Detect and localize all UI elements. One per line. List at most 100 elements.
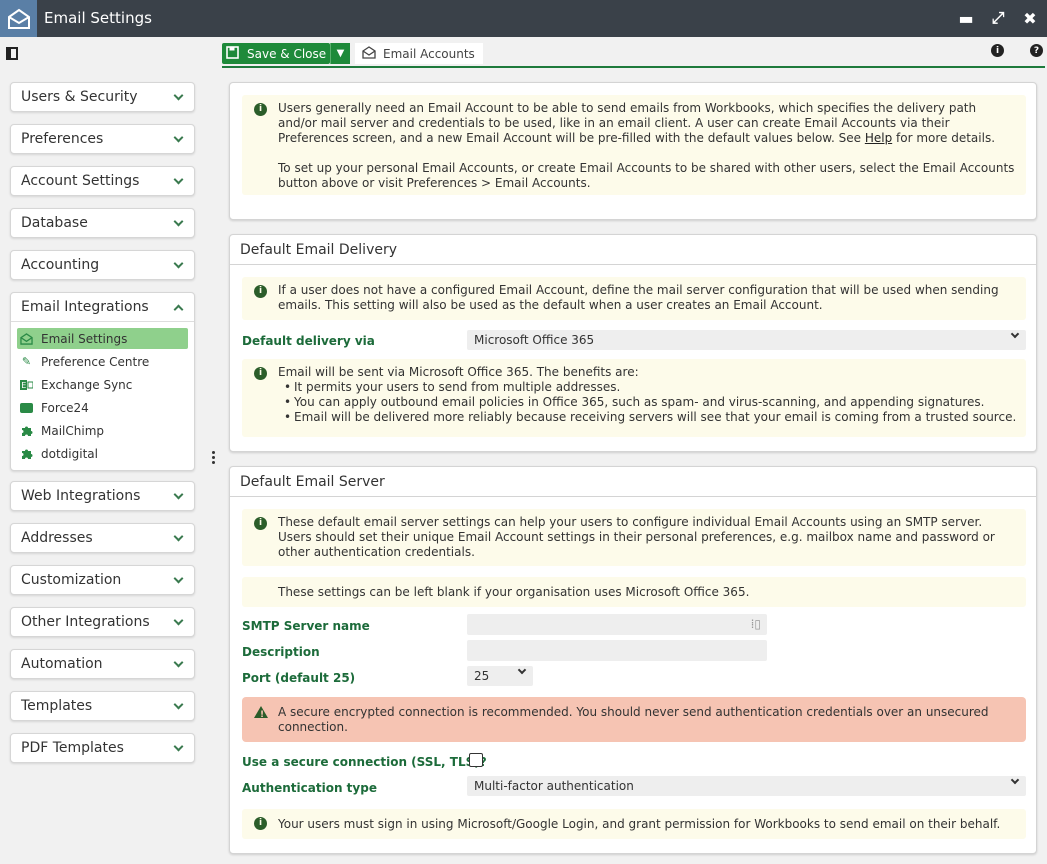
chevron-down-icon: ▼ [336, 48, 345, 59]
nav-templates[interactable]: Templates [10, 691, 195, 721]
auth-label: Authentication type [242, 781, 377, 795]
title-bar: Email Settings ▬ ⤢ ✖ [0, 0, 1047, 37]
envelope-open-icon [20, 332, 33, 345]
auth-value: Multi-factor authentication [474, 779, 634, 793]
chevron-down-icon [173, 258, 184, 268]
chevron-down-icon [173, 174, 184, 184]
nav-label: Accounting [21, 257, 100, 273]
sub-item-preference-centre[interactable]: ✎ Preference Centre [17, 351, 188, 372]
chevron-down-icon [173, 573, 184, 583]
info-icon[interactable]: i [991, 44, 1004, 57]
save-dropdown-button[interactable]: ▼ [330, 43, 350, 64]
nav-pdf-templates[interactable]: PDF Templates [10, 733, 195, 763]
benefits-note: i Email will be sent via Microsoft Offic… [242, 359, 1026, 437]
info-icon: i [254, 367, 267, 380]
server-note-2-text: These settings can be left blank if your… [278, 585, 750, 599]
sub-item-label: Exchange Sync [41, 377, 133, 392]
nav-database[interactable]: Database [10, 208, 195, 238]
server-title: Default Email Server [230, 467, 1036, 497]
server-note-2: These settings can be left blank if your… [242, 577, 1026, 607]
edit-icon: ✎ [21, 355, 32, 368]
nav-email-integrations: Email Integrations Email Settings ✎ Pref… [10, 292, 195, 471]
email-accounts-button[interactable]: Email Accounts [355, 43, 483, 64]
help-link[interactable]: Help [865, 131, 892, 145]
maximize-icon[interactable]: ⤢ [989, 8, 1007, 28]
delivery-label: Default delivery via [242, 334, 375, 348]
nav-label: Email Integrations [21, 299, 149, 315]
chevron-down-icon [173, 489, 184, 499]
save-close-button[interactable]: Save & Close [222, 43, 330, 64]
sub-item-email-settings[interactable]: Email Settings [17, 328, 188, 349]
benefit-item: It permits your users to send from multi… [278, 380, 1018, 395]
force24-icon [20, 401, 33, 414]
auth-note: i Your users must sign in using Microsof… [242, 809, 1026, 839]
nav-account-settings[interactable]: Account Settings [10, 166, 195, 196]
password-manager-icon[interactable]: ⁞▯ [751, 617, 761, 631]
help-icon[interactable]: ? [1030, 44, 1043, 57]
port-select[interactable]: 25 [467, 665, 533, 686]
sub-item-label: Preference Centre [41, 354, 150, 369]
close-icon[interactable]: ✖ [1021, 8, 1039, 28]
nav-label: Other Integrations [21, 614, 150, 630]
minimize-icon[interactable]: ▬ [957, 8, 975, 28]
sub-item-dotdigital[interactable]: dotdigital [17, 443, 188, 464]
chevron-down-icon [173, 216, 184, 226]
nav-web-integrations[interactable]: Web Integrations [10, 481, 195, 511]
info-icon: i [254, 817, 267, 830]
info-icon: i [254, 103, 267, 116]
delivery-note-text: If a user does not have a configured Ema… [278, 283, 999, 312]
warning-text: A secure encrypted connection is recomme… [278, 705, 989, 734]
save-close-label: Save & Close [247, 46, 327, 61]
nav-automation[interactable]: Automation [10, 649, 195, 679]
nav-addresses[interactable]: Addresses [10, 523, 195, 553]
security-warning: ! A secure encrypted connection is recom… [242, 697, 1026, 742]
resize-handle[interactable] [212, 451, 215, 464]
chevron-down-icon [173, 657, 184, 667]
nav-label: PDF Templates [21, 740, 124, 756]
sub-item-exchange-sync[interactable]: E Exchange Sync [17, 374, 188, 395]
sub-item-label: dotdigital [41, 446, 98, 461]
description-input[interactable] [467, 640, 767, 661]
chevron-down-icon [517, 665, 527, 675]
delivery-select[interactable]: Microsoft Office 365 [467, 329, 1026, 350]
intro-text-end: for more details. [892, 131, 996, 145]
sidebar-toggle-icon[interactable] [6, 47, 18, 60]
nav-label: Account Settings [21, 173, 140, 189]
chevron-down-icon [173, 615, 184, 625]
email-accounts-label: Email Accounts [383, 46, 475, 61]
delivery-note: i If a user does not have a configured E… [242, 277, 1026, 320]
nav-label: Automation [21, 656, 103, 672]
puzzle-icon [20, 424, 33, 437]
nav-label: Database [21, 215, 88, 231]
delivery-value: Microsoft Office 365 [474, 333, 595, 347]
smtp-label: SMTP Server name [242, 619, 370, 633]
chevron-down-icon [173, 741, 184, 751]
server-panel: Default Email Server i These default ema… [229, 466, 1037, 854]
nav-other-integrations[interactable]: Other Integrations [10, 607, 195, 637]
svg-text:E: E [21, 381, 26, 390]
chevron-up-icon [173, 304, 184, 314]
window-title: Email Settings [44, 9, 152, 27]
secure-checkbox[interactable] [469, 753, 483, 767]
nav-accounting[interactable]: Accounting [10, 250, 195, 280]
chevron-down-icon [173, 531, 184, 541]
intro-note: i Users generally need an Email Account … [242, 95, 1026, 195]
nav-customization[interactable]: Customization [10, 565, 195, 595]
nav-label: Preferences [21, 131, 104, 147]
info-icon: i [254, 517, 267, 530]
sub-item-label: MailChimp [41, 423, 104, 438]
smtp-input[interactable]: ⁞▯ [467, 614, 767, 635]
sub-item-mailchimp[interactable]: MailChimp [17, 420, 188, 441]
auth-select[interactable]: Multi-factor authentication [467, 775, 1026, 796]
benefits-intro: Email will be sent via Microsoft Office … [278, 365, 639, 379]
chevron-down-icon [1010, 329, 1020, 339]
description-label: Description [242, 645, 320, 659]
nav-users-security[interactable]: Users & Security [10, 82, 195, 112]
sub-item-label: Email Settings [41, 331, 128, 346]
auth-note-text: Your users must sign in using Microsoft/… [278, 817, 1001, 831]
secure-label: Use a secure connection (SSL, TLS)? [242, 755, 487, 769]
toolbar: Save & Close ▼ Email Accounts i ? [222, 43, 1045, 68]
sub-item-force24[interactable]: Force24 [17, 397, 188, 418]
nav-preferences[interactable]: Preferences [10, 124, 195, 154]
nav-email-integrations-header[interactable]: Email Integrations [11, 293, 194, 321]
